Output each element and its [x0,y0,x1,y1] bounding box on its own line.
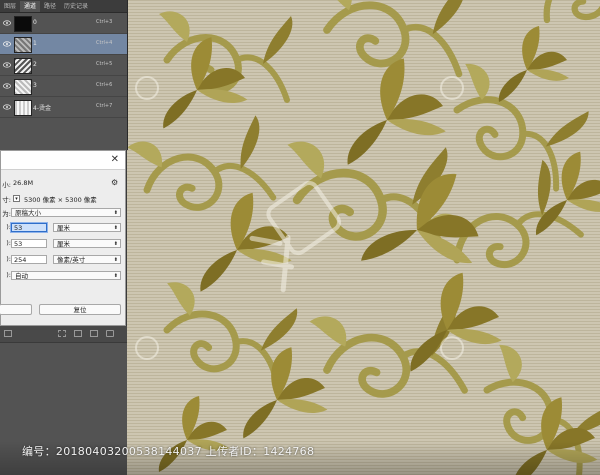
channel-shortcut: Ctrl+6 [96,82,113,88]
dimensions-label: 寸: [2,196,11,204]
channel-row-1[interactable]: 1 Ctrl+4 [0,34,127,55]
resample-label: ): [6,271,11,279]
channel-thumbnail [14,58,32,74]
width-row: ): 53 厘米 ⬍ [1,223,127,233]
trash-icon[interactable] [106,330,114,337]
height-unit-select[interactable]: 厘米 ⬍ [53,239,121,248]
resolution-row: ): 254 像素/英寸 ⬍ [1,255,127,265]
channel-thumbnail [14,100,32,116]
dialog-titlebar: ✕ [1,151,125,170]
channel-shortcut: Ctrl+3 [96,19,113,25]
new-channel-icon[interactable] [74,330,82,337]
channel-name: 4-烫金 [33,105,51,112]
fit-to-label: 为: [2,210,11,218]
dimensions-row: 寸: ▾ 5300 像素 × 5300 像素 [1,194,127,204]
visibility-eye-icon[interactable] [3,104,11,110]
channel-row-0[interactable]: 0 Ctrl+3 [0,13,127,34]
tab-history[interactable]: 历史记录 [60,1,92,12]
width-unit-select[interactable]: 厘米 ⬍ [53,223,121,232]
channel-thumbnail [14,16,32,32]
channel-name: 0 [33,19,37,26]
channels-panel-toolbar [0,326,127,343]
height-unit-value: 厘米 [57,240,70,248]
document-canvas[interactable] [127,0,600,475]
watermark-text: 编号：20180403200538144037 上传者ID：1424768 [22,445,315,458]
resolution-input[interactable]: 254 [11,255,47,264]
close-icon[interactable]: ✕ [111,154,119,165]
chevron-down-icon: ⬍ [113,273,118,279]
channel-row-4[interactable]: 4-烫金 Ctrl+7 [0,97,127,118]
dimensions-value: 5300 像素 × 5300 像素 [24,196,97,204]
tab-paths[interactable]: 路径 [40,1,60,12]
tab-channels[interactable]: 通道 [20,1,41,12]
fit-to-value: 原稿大小 [15,209,41,217]
load-selection-icon[interactable] [4,330,12,337]
fit-to-row: 为: 原稿大小 ⬍ [1,208,127,218]
channel-thumbnail [14,79,32,95]
resolution-label: ): [6,255,11,263]
ok-button[interactable] [0,304,32,315]
tab-layers[interactable]: 图层 [0,1,20,12]
image-size-dialog: ✕ 小: 26.8M ⚙ 寸: ▾ 5300 像素 × 5300 像素 为: 原… [0,150,126,326]
chevron-down-icon: ⬍ [113,241,118,247]
visibility-eye-icon[interactable] [3,20,11,26]
visibility-eye-icon[interactable] [3,41,11,47]
height-input[interactable]: 53 [11,239,47,248]
height-row: ): 53 厘米 ⬍ [1,239,127,249]
fit-to-select[interactable]: 原稿大小 ⬍ [11,208,121,217]
resample-select[interactable]: 自动 ⬍ [11,271,121,280]
channel-thumbnail [14,37,32,53]
save-selection-icon[interactable] [58,330,66,337]
size-value: 26.8M [13,179,34,187]
resolution-unit-select[interactable]: 像素/英寸 ⬍ [53,255,121,264]
width-label: ): [6,223,11,231]
channels-panel: 图层 通道 路径 历史记录 0 Ctrl+3 1 Ctrl+4 2 Ctrl+5… [0,0,128,150]
resample-row: ): 自动 ⬍ [1,271,127,281]
channel-shortcut: Ctrl+5 [96,61,113,67]
visibility-eye-icon[interactable] [3,83,11,89]
channel-name: 2 [33,61,37,68]
visibility-eye-icon[interactable] [3,62,11,68]
floral-pattern-image [127,0,600,475]
resolution-unit-value: 像素/英寸 [57,256,86,264]
channel-name: 1 [33,40,37,47]
width-input[interactable]: 53 [11,223,47,232]
new-layer-icon[interactable] [90,330,98,337]
channel-row-2[interactable]: 2 Ctrl+5 [0,55,127,76]
resample-value: 自动 [15,272,28,280]
panel-tabbar: 图层 通道 路径 历史记录 [0,0,127,13]
gear-icon[interactable]: ⚙ [111,178,118,187]
dimensions-toggle-icon[interactable]: ▾ [13,195,20,202]
chevron-down-icon: ⬍ [113,257,118,263]
size-row: 小: 26.8M ⚙ [1,178,127,189]
channel-shortcut: Ctrl+4 [96,40,113,46]
reset-button[interactable]: 复位 [39,304,121,315]
chevron-down-icon: ⬍ [113,210,118,216]
channel-shortcut: Ctrl+7 [96,103,113,109]
channel-row-3[interactable]: 3 Ctrl+6 [0,76,127,97]
size-label: 小: [2,181,11,189]
width-unit-value: 厘米 [57,224,70,232]
chevron-down-icon: ⬍ [113,225,118,231]
channel-name: 3 [33,82,37,89]
height-label: ): [6,239,11,247]
